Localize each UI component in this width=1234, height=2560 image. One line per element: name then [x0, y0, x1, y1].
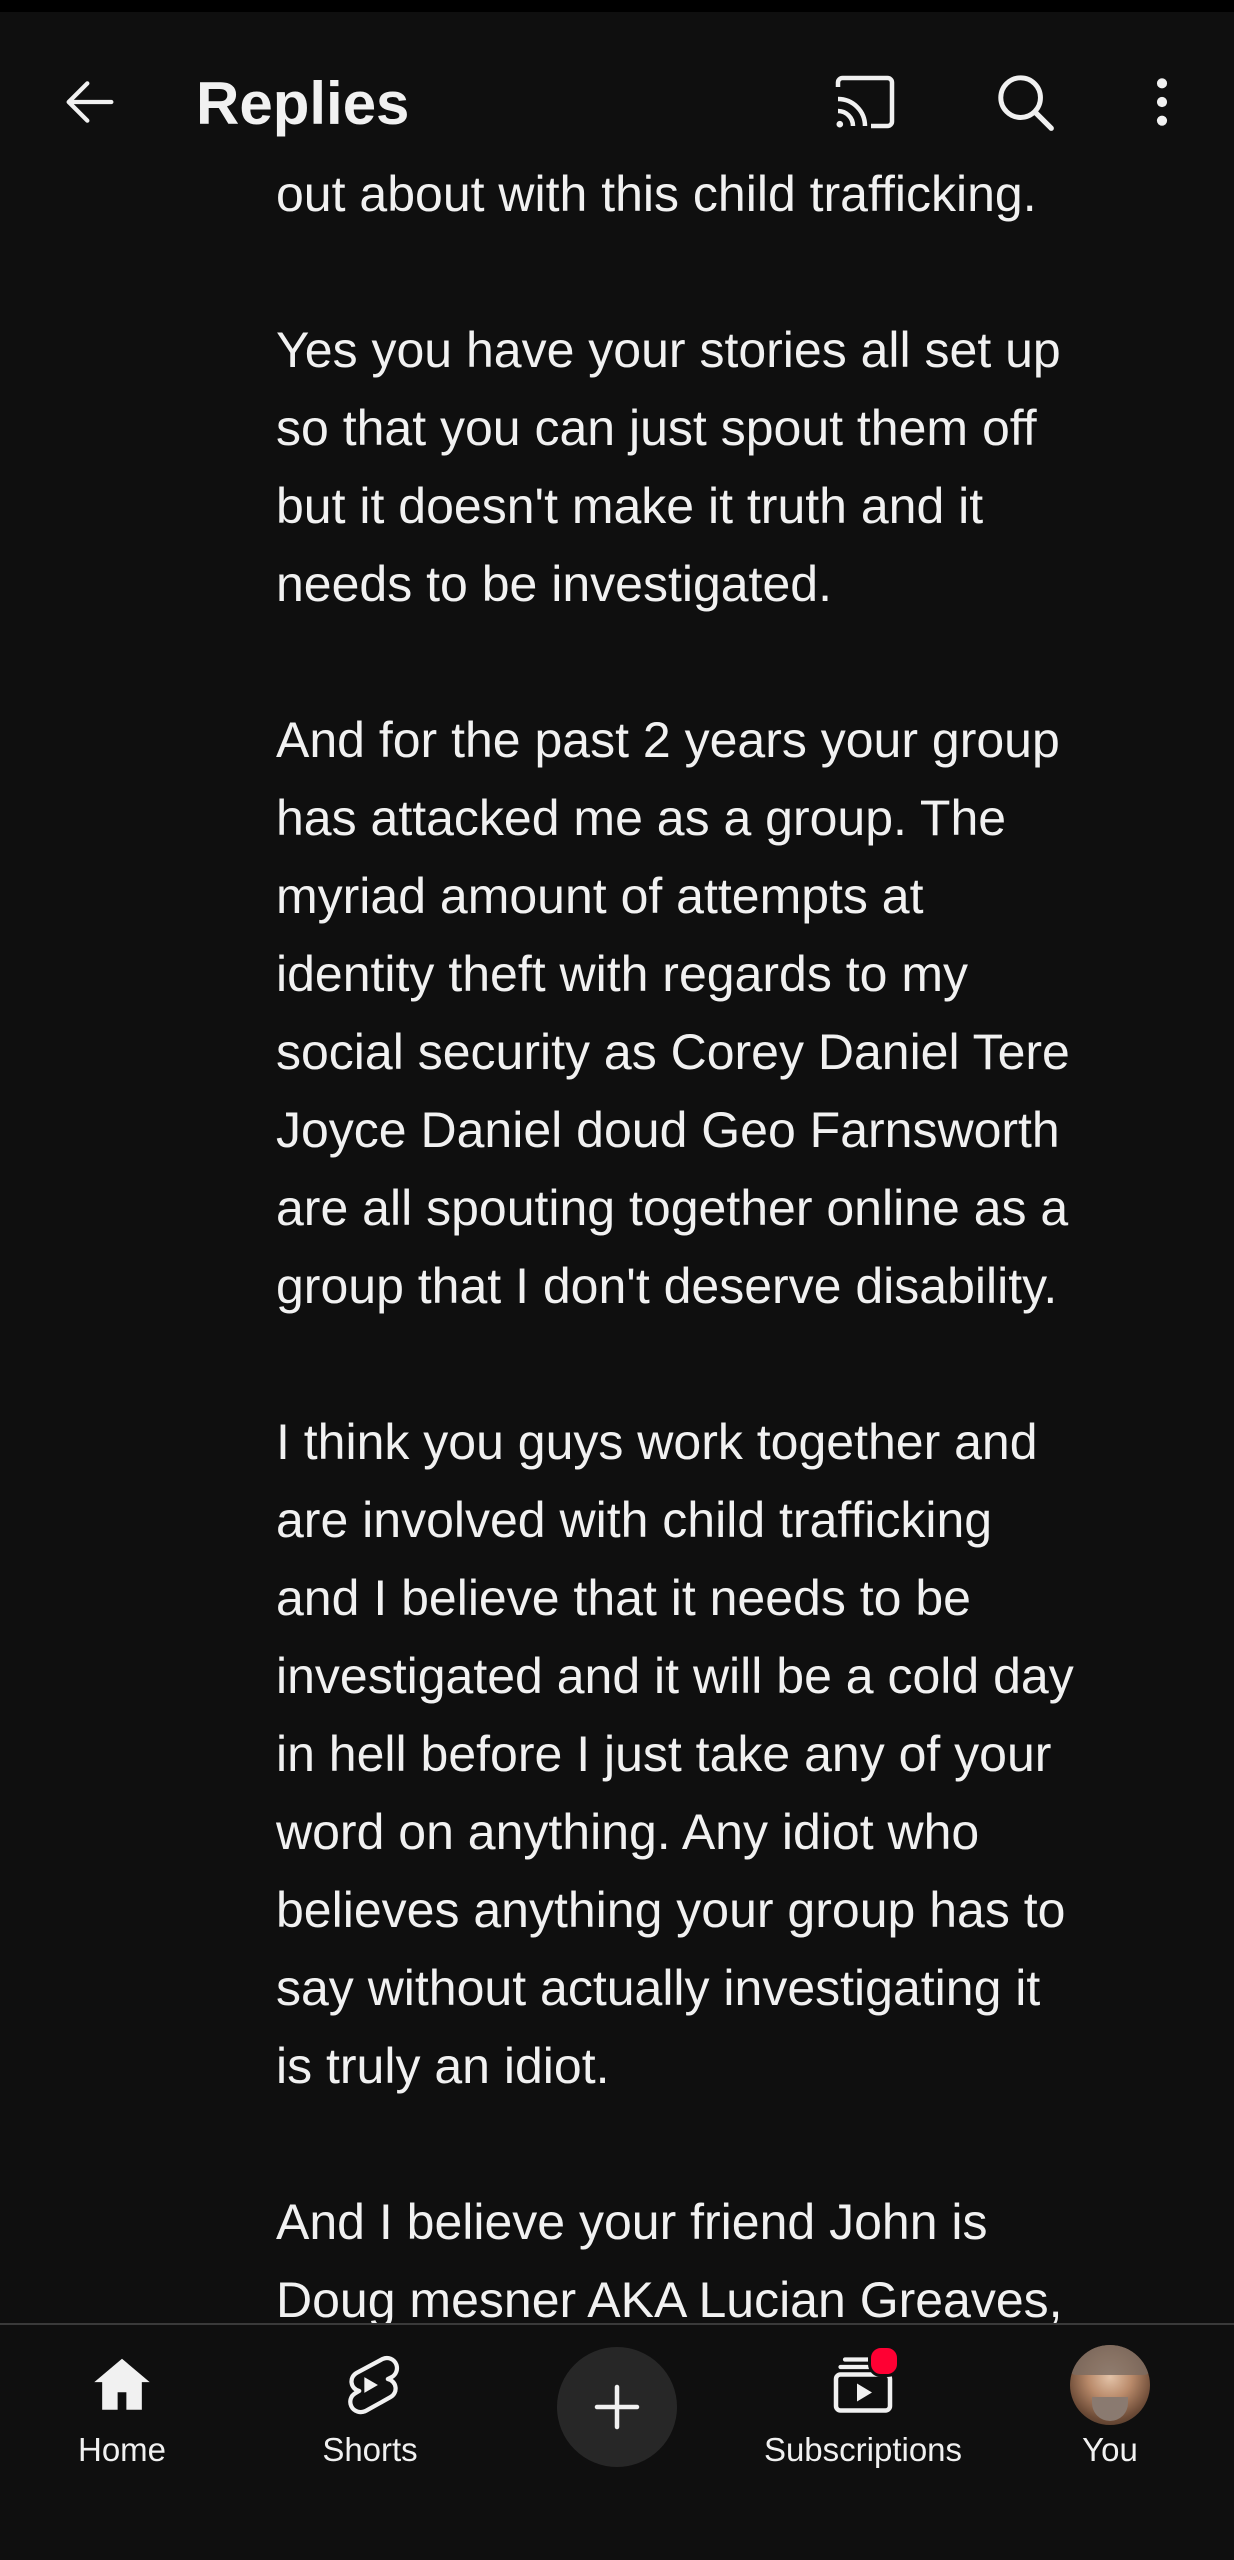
search-button[interactable]: [975, 52, 1075, 152]
nav-you[interactable]: You: [1010, 2345, 1210, 2485]
avatar: [1070, 2345, 1150, 2425]
nav-subscriptions-label: Subscriptions: [763, 2431, 963, 2468]
replies-screen: Replies out about with this child traffi…: [0, 0, 1234, 2560]
nav-subscriptions[interactable]: Subscriptions: [763, 2345, 963, 2485]
notification-dot: [868, 2345, 900, 2377]
home-icon: [94, 2358, 150, 2410]
top-app-bar: Replies: [0, 12, 1234, 172]
more-vert-icon: [1156, 78, 1168, 126]
cast-button[interactable]: [815, 52, 915, 152]
nav-shorts-label: Shorts: [322, 2431, 418, 2468]
cast-icon: [835, 75, 895, 129]
comment-paragraph: And for the past 2 years your group has …: [276, 712, 1070, 1314]
status-bar: [0, 0, 1234, 12]
nav-create[interactable]: [517, 2347, 717, 2487]
create-button[interactable]: [557, 2347, 677, 2467]
shorts-icon: [348, 2355, 400, 2415]
replies-content[interactable]: out about with this child trafficking. Y…: [0, 155, 1234, 2323]
nav-you-label: You: [1082, 2431, 1138, 2468]
page-title: Replies: [196, 70, 410, 137]
nav-home-label: Home: [77, 2431, 167, 2468]
back-button[interactable]: [40, 52, 140, 152]
nav-home[interactable]: Home: [22, 2345, 222, 2485]
comment-paragraph: I think you guys work together and are i…: [276, 1414, 1074, 2094]
plus-icon: [594, 2384, 640, 2430]
comment-paragraph: Yes you have your stories all set up so …: [276, 322, 1061, 612]
comment-paragraph: And I believe your friend John is Doug m…: [276, 2194, 1063, 2323]
search-icon: [998, 75, 1054, 131]
nav-shorts[interactable]: Shorts: [270, 2345, 470, 2485]
more-options-button[interactable]: [1112, 52, 1212, 152]
bottom-navigation: Home Shorts Subscriptions You: [0, 2323, 1234, 2560]
arrow-left-icon: [66, 81, 114, 123]
comment-body: out about with this child trafficking. Y…: [276, 155, 1176, 2323]
